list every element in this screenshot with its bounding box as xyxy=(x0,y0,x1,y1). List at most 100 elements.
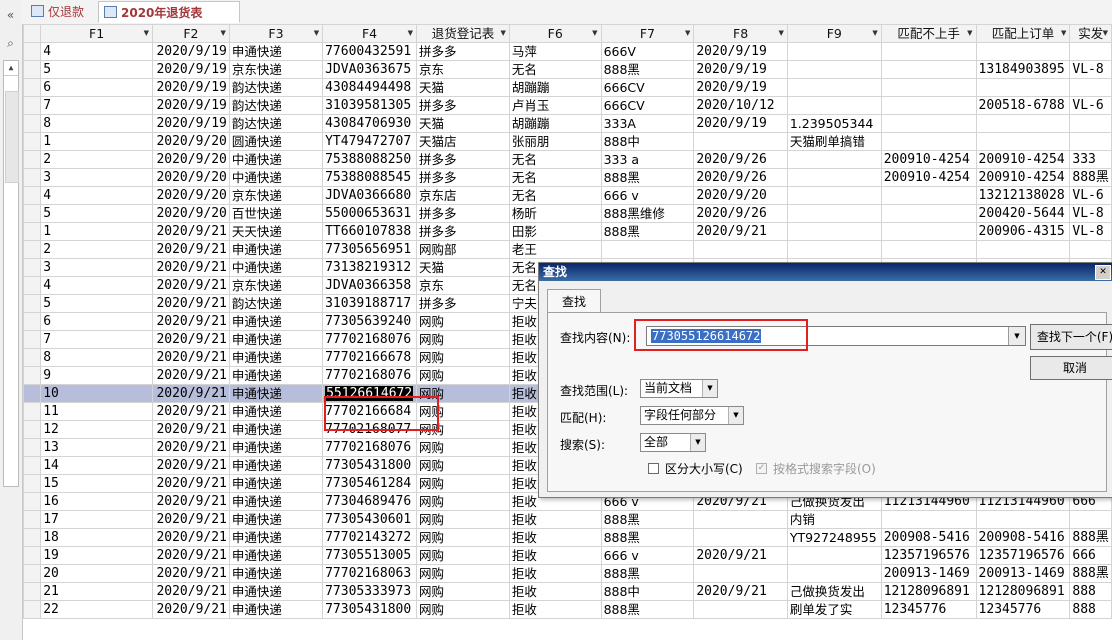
table-cell[interactable]: 2020/9/21 xyxy=(151,330,230,349)
filter-dropdown-icon[interactable]: ▼ xyxy=(314,26,319,42)
table-cell[interactable]: 己做换货发出 xyxy=(786,582,882,601)
table-cell[interactable]: 12128096891 xyxy=(880,582,977,601)
table-cell[interactable]: 天猫 xyxy=(416,114,510,133)
table-cell[interactable] xyxy=(693,132,788,151)
table-cell[interactable]: 拼多多 xyxy=(416,222,510,241)
table-cell[interactable]: 拼多多 xyxy=(416,150,510,169)
table-cell[interactable]: 888黑 xyxy=(600,528,695,547)
row-selector[interactable] xyxy=(23,546,42,565)
table-cell[interactable] xyxy=(600,240,695,259)
table-cell[interactable]: 2 xyxy=(40,150,153,169)
table-cell[interactable]: 拒收 xyxy=(508,546,602,565)
table-cell[interactable] xyxy=(880,60,977,79)
table-cell[interactable]: 15 xyxy=(40,474,153,493)
table-cell[interactable]: 77304689476 xyxy=(322,492,418,511)
filter-dropdown-icon[interactable]: ▼ xyxy=(685,26,690,42)
table-cell[interactable] xyxy=(786,96,882,115)
table-cell[interactable]: 网购 xyxy=(416,510,510,529)
select-all-corner[interactable] xyxy=(23,24,42,43)
table-cell[interactable]: 8 xyxy=(40,114,153,133)
table-cell[interactable]: 1 xyxy=(40,132,153,151)
table-row[interactable]: 4 2020/9/19 申通快递 77600432591 拼多多 马萍 666V 2020/9… xyxy=(23,42,1112,61)
table-cell[interactable] xyxy=(786,78,882,97)
find-next-button[interactable]: 查找下一个(F) xyxy=(1030,324,1112,350)
filter-dropdown-icon[interactable]: ▼ xyxy=(778,26,783,42)
table-cell[interactable]: 2020/9/26 xyxy=(693,168,788,187)
table-cell[interactable]: 12357196576 xyxy=(880,546,977,565)
table-cell[interactable]: 7 xyxy=(40,330,153,349)
row-selector[interactable] xyxy=(23,600,42,619)
table-cell[interactable]: 网购 xyxy=(416,330,510,349)
table-cell[interactable]: 666 v xyxy=(600,546,695,565)
table-cell[interactable]: 333 xyxy=(1069,150,1112,169)
table-cell[interactable]: 31039581305 xyxy=(322,96,418,115)
table-row[interactable]: 7 2020/9/19 韵达快递 31039581305 拼多多 卢肖玉 666CV 2020… xyxy=(23,96,1112,115)
row-selector[interactable] xyxy=(23,258,42,277)
table-cell[interactable]: 16 xyxy=(40,492,153,511)
table-cell[interactable]: 200910-4254 xyxy=(880,168,977,187)
table-cell[interactable]: 申通快递 xyxy=(228,528,324,547)
table-cell[interactable] xyxy=(1069,132,1112,151)
table-cell[interactable]: 77305513005 xyxy=(322,546,418,565)
row-selector[interactable] xyxy=(23,132,42,151)
table-cell[interactable]: 申通快递 xyxy=(228,240,324,259)
table-cell[interactable]: 杨昕 xyxy=(508,204,602,223)
column-header[interactable]: F3 ▼ xyxy=(228,24,324,43)
table-cell[interactable]: 拒收 xyxy=(508,582,602,601)
table-cell[interactable]: 13 xyxy=(40,438,153,457)
tab-refund-only[interactable]: 仅退款 xyxy=(26,1,98,23)
row-selector[interactable] xyxy=(23,366,42,385)
nav-scrollbar[interactable]: ▲ xyxy=(3,60,19,487)
table-row[interactable]: 2 2020/9/21 申通快递 77305656951 网购部 老王 xyxy=(23,240,1112,259)
table-cell[interactable]: 12357196576 xyxy=(975,546,1071,565)
table-cell[interactable] xyxy=(975,240,1071,259)
table-cell[interactable]: 888 xyxy=(1069,582,1112,601)
table-cell[interactable]: 333A xyxy=(600,114,695,133)
format-search-checkbox[interactable]: ✓ xyxy=(756,463,767,474)
table-cell[interactable] xyxy=(975,114,1071,133)
table-cell[interactable]: 888黑 xyxy=(600,60,695,79)
table-cell[interactable]: 韵达快递 xyxy=(228,114,324,133)
table-cell[interactable]: 2020/9/26 xyxy=(693,150,788,169)
table-cell[interactable]: 张丽朋 xyxy=(508,132,602,151)
table-cell[interactable] xyxy=(693,564,788,583)
row-selector[interactable] xyxy=(23,582,42,601)
row-selector[interactable] xyxy=(23,312,42,331)
table-cell[interactable]: 43084706930 xyxy=(322,114,418,133)
row-selector[interactable] xyxy=(23,78,42,97)
table-cell[interactable]: 京东快递 xyxy=(228,186,324,205)
table-row[interactable]: 1 2020/9/20 圆通快递 YT479472707 天猫店 张丽朋 888中 天猫刷单搞… xyxy=(23,132,1112,151)
search-direction-select[interactable]: 全部 ▼ xyxy=(640,433,706,452)
table-cell[interactable]: 2020/9/21 xyxy=(151,222,230,241)
table-cell[interactable]: 韵达快递 xyxy=(228,294,324,313)
row-selector[interactable] xyxy=(23,510,42,529)
table-cell[interactable]: 2020/9/21 xyxy=(151,510,230,529)
table-cell[interactable]: 5 xyxy=(40,204,153,223)
row-selector[interactable] xyxy=(23,492,42,511)
table-cell[interactable]: 888黑维修 xyxy=(600,204,695,223)
table-cell[interactable]: 77702168076 xyxy=(322,438,418,457)
row-selector[interactable] xyxy=(23,240,42,259)
table-cell[interactable]: 888黑 xyxy=(600,168,695,187)
column-header[interactable]: F8 ▼ xyxy=(693,24,788,43)
table-cell[interactable]: 3 xyxy=(40,168,153,187)
table-cell[interactable]: 刷单发了实 xyxy=(786,600,882,619)
table-cell[interactable]: 77702168076 xyxy=(322,330,418,349)
table-cell[interactable]: 天猫刷单搞错 xyxy=(786,132,882,151)
table-cell[interactable] xyxy=(786,168,882,187)
table-cell[interactable]: 12128096891 xyxy=(975,582,1071,601)
table-cell[interactable]: 666CV xyxy=(600,78,695,97)
table-cell[interactable]: JDVA0363675 xyxy=(322,60,418,79)
table-cell[interactable]: 2020/9/21 xyxy=(151,438,230,457)
table-cell[interactable]: 2020/9/21 xyxy=(151,240,230,259)
table-cell[interactable]: 9 xyxy=(40,366,153,385)
table-cell[interactable]: 12345776 xyxy=(880,600,977,619)
row-selector[interactable] xyxy=(23,456,42,475)
table-cell[interactable] xyxy=(1069,78,1112,97)
table-cell[interactable]: 申通快递 xyxy=(228,546,324,565)
table-cell[interactable]: 2020/9/19 xyxy=(693,114,788,133)
table-cell[interactable]: 网购 xyxy=(416,492,510,511)
table-cell[interactable] xyxy=(786,150,882,169)
table-cell[interactable]: 拼多多 xyxy=(416,42,510,61)
table-cell[interactable] xyxy=(693,600,788,619)
